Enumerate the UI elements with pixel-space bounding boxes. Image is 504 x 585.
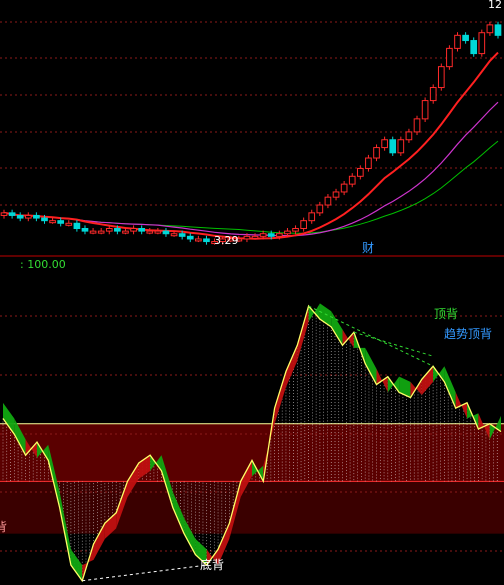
candle-body: [57, 220, 65, 224]
trend-top-divergence-label: 趋势顶背: [444, 327, 492, 341]
candle-body: [470, 40, 478, 55]
candle-body: [340, 183, 348, 193]
candle-body: [203, 238, 210, 243]
candle-body: [16, 214, 24, 219]
candle-body: [267, 233, 275, 237]
candle-body: [105, 228, 113, 232]
oscillator-panel: [0, 303, 504, 583]
candle-body: [130, 228, 137, 232]
candle-body: [373, 147, 380, 159]
candle-body: [348, 175, 356, 185]
candle-body: [251, 235, 259, 239]
candle-body: [413, 118, 421, 133]
candle-body: [397, 139, 405, 154]
low-price-label: 3.29: [214, 234, 239, 247]
candle-body: [0, 212, 8, 216]
lower-band: [0, 481, 504, 534]
candle-body: [162, 230, 170, 235]
candle-body: [73, 222, 81, 230]
candle-body: [8, 212, 16, 216]
candle-body: [405, 131, 413, 141]
candle-body: [259, 233, 267, 237]
candle-body: [332, 191, 340, 198]
candle-body: [186, 235, 194, 240]
stock-chart: 3.29 12 财 : 100.00 顶背 趋势顶背 底背 背: [0, 0, 504, 583]
ribbon-segment: [70, 549, 83, 581]
candle-body: [486, 24, 494, 34]
candle-body: [478, 32, 486, 55]
candle-body: [454, 34, 461, 49]
candle-body: [138, 228, 146, 232]
bottom-divergence-label: 底背: [200, 557, 224, 572]
candle-body: [33, 214, 40, 219]
candle-body: [154, 230, 162, 234]
candle-body: [292, 228, 299, 232]
bottom-divergence-line: [82, 564, 207, 582]
candle-body: [429, 87, 437, 102]
candle-body: [243, 235, 251, 240]
ribbon-segment: [421, 366, 434, 395]
candle-body: [114, 228, 121, 232]
candle-body: [89, 230, 97, 234]
candle-body: [316, 204, 324, 214]
candle-body: [365, 157, 372, 169]
candle-body: [195, 238, 202, 242]
candle-body: [49, 220, 56, 224]
candle-body: [122, 230, 129, 234]
top-divergence-line: [308, 305, 434, 367]
candle-body: [178, 233, 186, 237]
candle-body: [300, 220, 307, 230]
candle-body: [276, 233, 283, 237]
top-divergence-label: 顶背: [434, 307, 458, 321]
candle-body: [494, 24, 502, 36]
edge-divergence-label: 背: [0, 520, 7, 534]
candle-body: [65, 222, 73, 226]
candle-body: [462, 34, 469, 42]
high-price-label: 12: [488, 0, 502, 11]
candle-body: [356, 167, 364, 177]
ribbon-segment: [274, 371, 286, 424]
candle-body: [421, 100, 429, 120]
ma-slow-line: [3, 101, 499, 237]
candle-body: [389, 139, 397, 154]
candle-body: [41, 217, 48, 222]
candle-body: [146, 230, 154, 234]
candle-body: [170, 233, 178, 237]
candle-body: [381, 139, 388, 149]
candle-body: [284, 230, 291, 235]
ma-fast-line: [3, 51, 499, 240]
candle-body: [324, 196, 332, 206]
candle-body: [81, 228, 89, 232]
marker-label: 财: [362, 241, 374, 255]
candle-body: [437, 66, 445, 89]
candle-body: [446, 47, 453, 68]
candle-body: [97, 230, 105, 234]
candle-body: [24, 214, 32, 219]
candle-body: [308, 212, 316, 222]
price-panel: [0, 21, 504, 257]
oscillator-scale-label: : 100.00: [20, 258, 66, 271]
